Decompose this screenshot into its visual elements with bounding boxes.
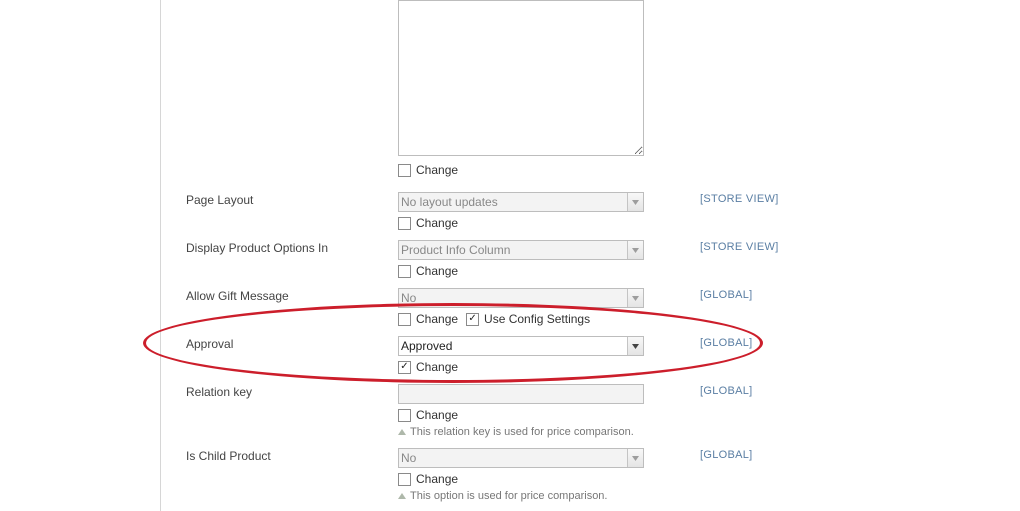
chevron-down-icon [627,193,643,211]
is-child-change-checkbox[interactable] [398,473,411,486]
approval-select[interactable]: Approved [398,336,644,356]
is-child-field-col: No Change This option is used for price … [398,448,644,502]
chevron-down-icon [627,337,643,355]
chevron-down-icon [627,241,643,259]
approval-label: Approval [186,337,386,351]
display-options-change-label: Change [416,264,458,278]
textarea-change-checkbox[interactable] [398,164,411,177]
is-child-scope: [GLOBAL] [700,449,753,461]
relation-key-label: Relation key [186,385,386,399]
is-child-hint-text: This option is used for price comparison… [410,490,607,502]
is-child-select[interactable]: No [398,448,644,468]
relation-key-change-checkbox[interactable] [398,409,411,422]
gift-message-label: Allow Gift Message [186,289,386,303]
gift-message-field-col: No Change Use Config Settings [398,288,644,326]
gift-message-change-line: Change Use Config Settings [398,312,644,326]
gift-message-scope: [GLOBAL] [700,289,753,301]
textarea-change-line: Change [398,163,644,177]
display-options-select[interactable]: Product Info Column [398,240,644,260]
display-options-change-line: Change [398,264,644,278]
is-child-hint: This option is used for price comparison… [398,490,644,502]
gift-message-use-config-label: Use Config Settings [484,312,590,326]
gift-message-select-value: No [401,291,416,305]
page-layout-change-checkbox[interactable] [398,217,411,230]
approval-change-label: Change [416,360,458,374]
page-layout-change-label: Change [416,216,458,230]
textarea-change-label: Change [416,163,458,177]
chevron-down-icon [627,289,643,307]
display-options-field-col: Product Info Column Change [398,240,644,278]
approval-select-value: Approved [401,339,452,353]
display-options-select-value: Product Info Column [401,243,510,257]
approval-change-line: Change [398,360,644,374]
gift-message-select[interactable]: No [398,288,644,308]
gift-message-change-label: Change [416,312,458,326]
page-layout-select-value: No layout updates [401,195,498,209]
description-textarea[interactable] [398,0,644,156]
relation-key-hint-text: This relation key is used for price comp… [410,426,634,438]
page-layout-label: Page Layout [186,193,386,207]
relation-key-hint: This relation key is used for price comp… [398,426,644,438]
relation-key-input[interactable] [398,384,644,404]
is-child-label: Is Child Product [186,449,386,463]
relation-key-change-label: Change [416,408,458,422]
relation-key-scope: [GLOBAL] [700,385,753,397]
display-options-label: Display Product Options In [186,241,386,255]
form-content: Change Page Layout No layout updates Cha… [161,0,1020,511]
hint-triangle-icon [398,429,406,435]
textarea-field-col: Change [398,0,644,177]
is-child-change-label: Change [416,472,458,486]
approval-scope: [GLOBAL] [700,337,753,349]
page-layout-scope: [STORE VIEW] [700,193,779,205]
page-layout-select[interactable]: No layout updates [398,192,644,212]
left-gutter [0,0,63,511]
page-layout-change-line: Change [398,216,644,230]
display-options-change-checkbox[interactable] [398,265,411,278]
hint-triangle-icon [398,493,406,499]
relation-key-field-col: Change This relation key is used for pri… [398,384,644,438]
is-child-select-value: No [401,451,416,465]
display-options-scope: [STORE VIEW] [700,241,779,253]
page-layout-field-col: No layout updates Change [398,192,644,230]
is-child-change-line: Change [398,472,644,486]
gift-message-use-config-checkbox[interactable] [466,313,479,326]
approval-change-checkbox[interactable] [398,361,411,374]
gift-message-change-checkbox[interactable] [398,313,411,326]
approval-field-col: Approved Change [398,336,644,374]
page: Change Page Layout No layout updates Cha… [0,0,1020,511]
relation-key-change-line: Change [398,408,644,422]
chevron-down-icon [627,449,643,467]
